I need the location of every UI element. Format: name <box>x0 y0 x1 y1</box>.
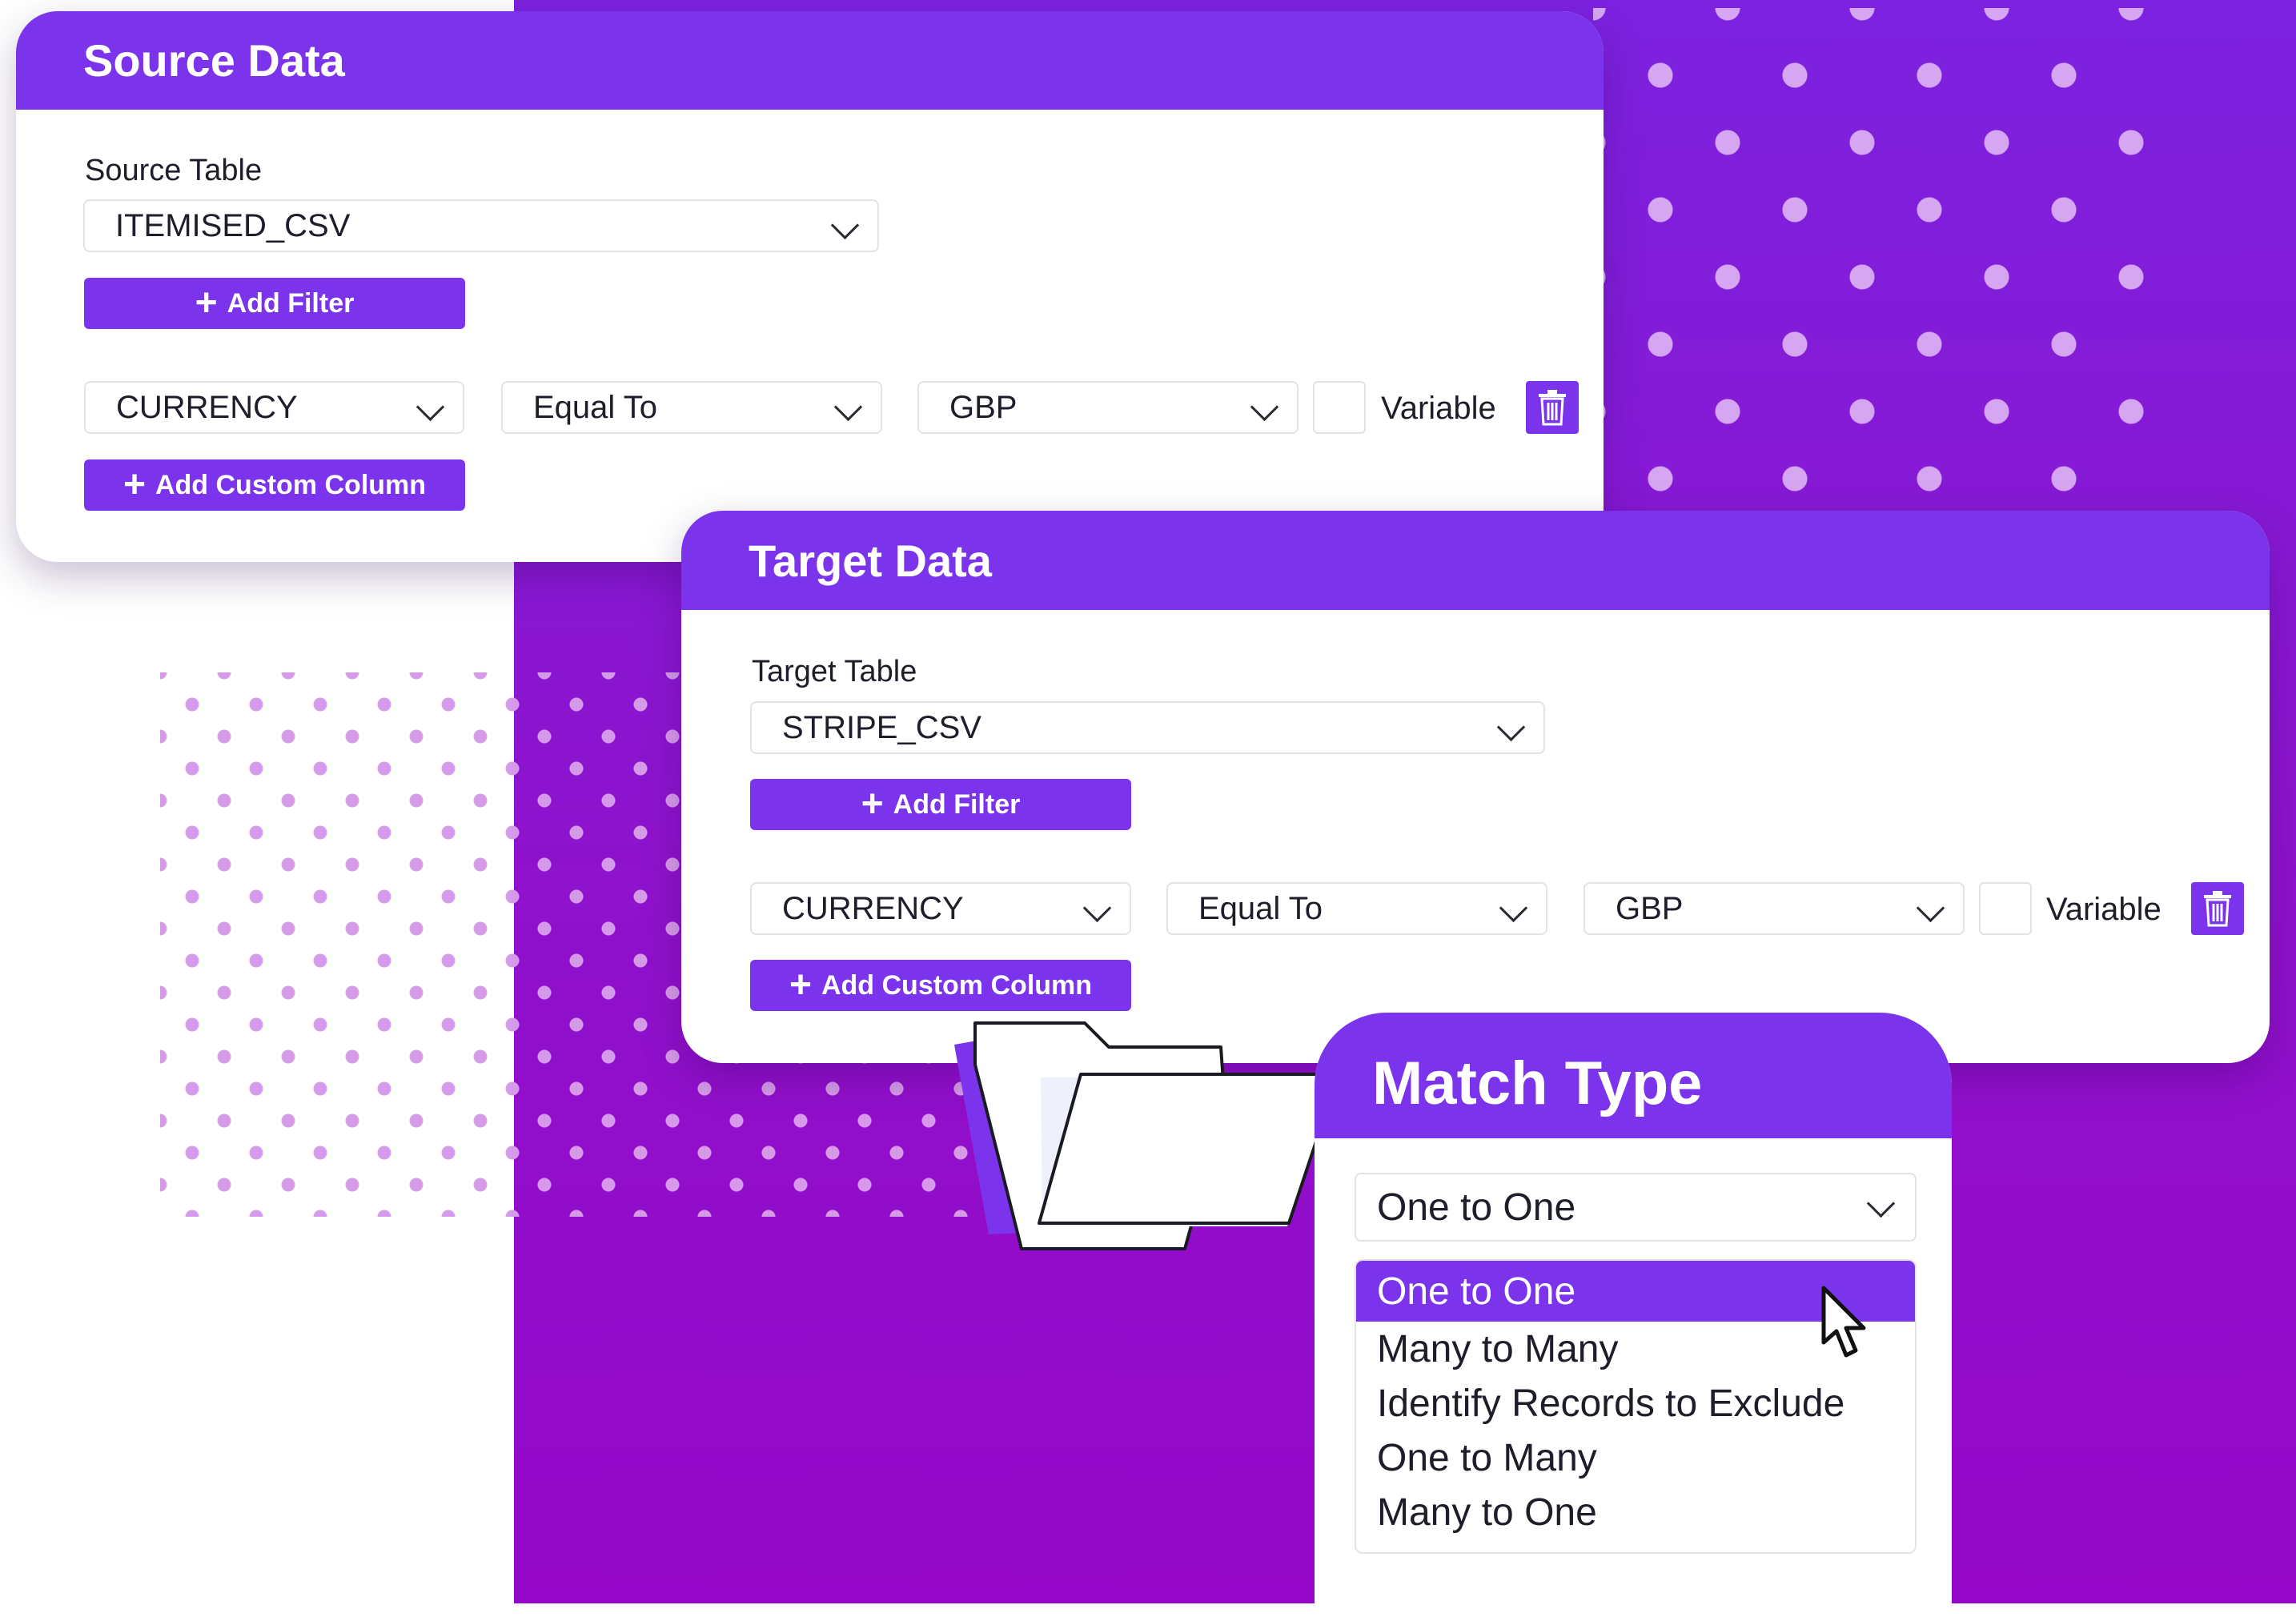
target-variable-checkbox[interactable] <box>1979 882 2032 935</box>
source-filter-column-select[interactable]: CURRENCY <box>84 381 464 434</box>
match-type-selected-value: One to One <box>1377 1186 1576 1229</box>
source-filter-operator-value: Equal To <box>533 389 657 425</box>
chevron-down-icon <box>830 211 860 240</box>
source-variable-label: Variable <box>1381 391 1496 426</box>
target-table-select[interactable]: STRIPE_CSV <box>750 701 1545 754</box>
option-label: Identify Records to Exclude <box>1377 1382 1845 1425</box>
target-add-custom-column-label: Add Custom Column <box>821 969 1093 1001</box>
target-add-custom-column-button[interactable]: + Add Custom Column <box>750 960 1131 1011</box>
chevron-down-icon <box>1082 893 1112 923</box>
source-filter-value-select[interactable]: GBP <box>917 381 1299 434</box>
source-filter-operator-select[interactable]: Equal To <box>501 381 882 434</box>
target-add-filter-button[interactable]: + Add Filter <box>750 779 1131 830</box>
option-label: Many to One <box>1377 1491 1597 1534</box>
source-filter-value: GBP <box>949 389 1018 425</box>
chevron-down-icon <box>833 392 863 422</box>
target-filter-operator-select[interactable]: Equal To <box>1166 882 1547 935</box>
source-add-custom-column-button[interactable]: + Add Custom Column <box>84 459 465 511</box>
target-filter-column-value: CURRENCY <box>782 890 964 926</box>
source-add-filter-label: Add Filter <box>227 287 355 319</box>
source-add-custom-column-label: Add Custom Column <box>155 469 427 500</box>
target-add-filter-label: Add Filter <box>893 788 1021 820</box>
match-type-select[interactable]: One to One <box>1355 1173 1917 1242</box>
source-table-select[interactable]: ITEMISED_CSV <box>83 199 879 252</box>
chevron-down-icon <box>415 392 445 422</box>
plus-icon: + <box>122 463 146 506</box>
decorative-dots-right-offset <box>1593 8 2154 520</box>
target-filter-value: GBP <box>1616 890 1684 926</box>
cursor-arrow-icon <box>1821 1286 1866 1358</box>
plus-icon: + <box>861 783 884 825</box>
plus-icon: + <box>789 964 812 1006</box>
folder-icon <box>954 1021 1340 1250</box>
source-table-label: Source Table <box>85 154 263 187</box>
target-filter-column-select[interactable]: CURRENCY <box>750 882 1131 935</box>
target-filter-value-select[interactable]: GBP <box>1584 882 1965 935</box>
source-add-filter-button[interactable]: + Add Filter <box>84 278 465 329</box>
target-table-label: Target Table <box>752 655 917 688</box>
target-table-value: STRIPE_CSV <box>782 709 981 745</box>
source-filter-column-value: CURRENCY <box>116 389 298 425</box>
option-label: Many to Many <box>1377 1327 1619 1370</box>
match-type-title: Match Type <box>1372 1049 1703 1117</box>
trash-icon <box>1539 390 1566 426</box>
source-delete-filter-button[interactable] <box>1526 381 1579 434</box>
target-delete-filter-button[interactable] <box>2191 882 2244 935</box>
target-data-header: Target Data <box>681 511 2270 610</box>
source-table-value: ITEMISED_CSV <box>115 207 351 243</box>
option-label: One to One <box>1377 1270 1576 1313</box>
chevron-down-icon <box>1916 893 1945 923</box>
target-data-card: Target Data Target Table STRIPE_CSV + Ad… <box>681 511 2270 1063</box>
match-type-option-identify-records-to-exclude[interactable]: Identify Records to Exclude <box>1356 1376 1915 1430</box>
match-type-option-many-to-one[interactable]: Many to One <box>1356 1485 1915 1539</box>
target-data-title: Target Data <box>749 535 992 586</box>
option-label: One to Many <box>1377 1436 1597 1479</box>
target-filter-operator-value: Equal To <box>1198 890 1323 926</box>
trash-icon <box>2204 891 2231 927</box>
plus-icon: + <box>195 282 218 324</box>
target-variable-label: Variable <box>2046 892 2162 927</box>
chevron-down-icon <box>1250 392 1279 422</box>
match-type-header: Match Type <box>1315 1013 1952 1138</box>
source-variable-checkbox[interactable] <box>1313 381 1366 434</box>
source-data-card: Source Data Source Table ITEMISED_CSV + … <box>16 11 1604 562</box>
match-type-option-one-to-many[interactable]: One to Many <box>1356 1430 1915 1485</box>
chevron-down-icon <box>1499 893 1528 923</box>
chevron-down-icon <box>1866 1189 1896 1218</box>
chevron-down-icon <box>1496 712 1526 742</box>
match-type-card: Match Type One to One One to One Many to… <box>1315 1013 1952 1621</box>
source-data-header: Source Data <box>16 11 1604 110</box>
source-data-title: Source Data <box>83 35 345 86</box>
